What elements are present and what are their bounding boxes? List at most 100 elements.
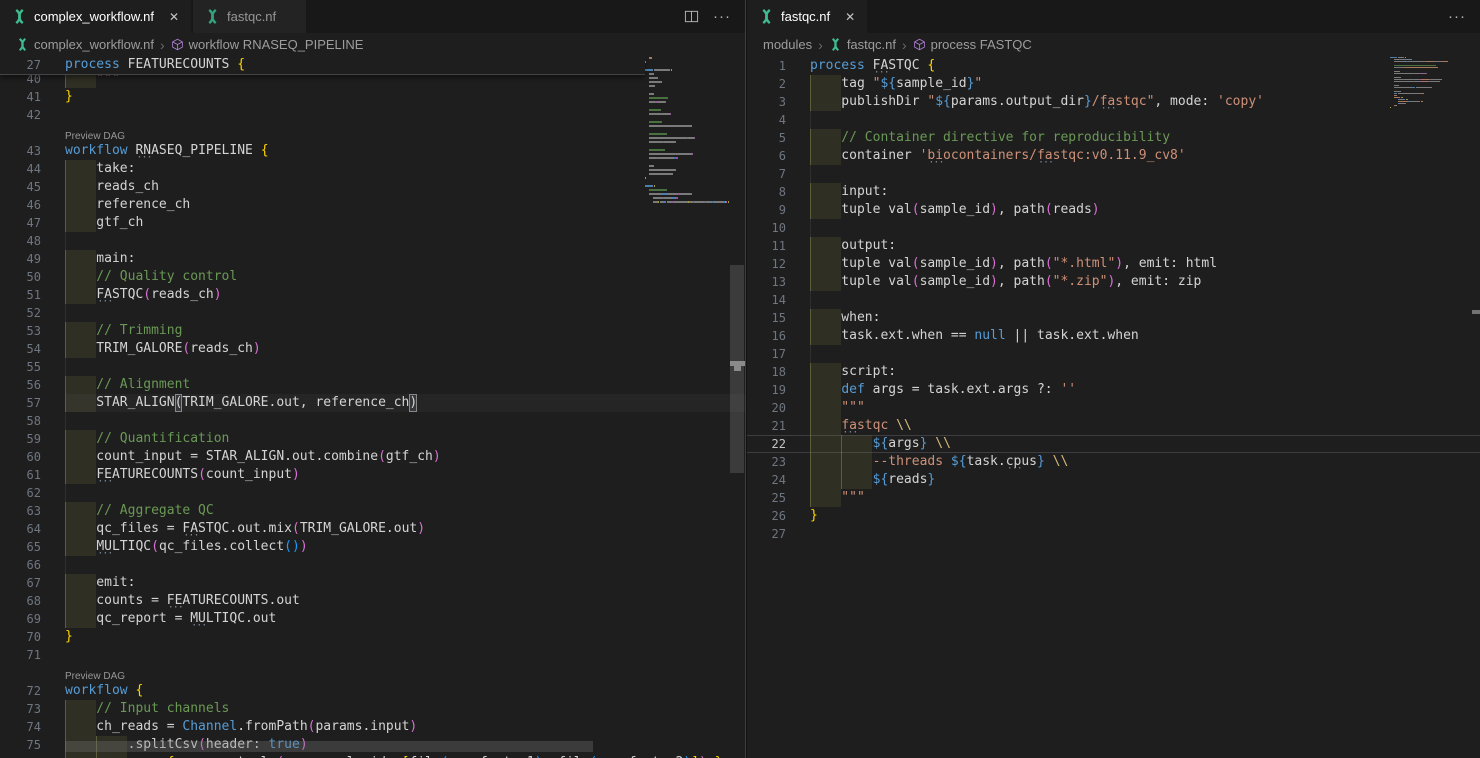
code-line[interactable]: 48	[0, 232, 745, 250]
code-line[interactable]: 10	[747, 219, 1480, 237]
code-token: (	[175, 394, 183, 412]
code-line[interactable]: 46 reference_ch	[0, 196, 745, 214]
code-line[interactable]: 23 --threads ${task.cpus} \\	[747, 453, 1480, 471]
split-editor-icon[interactable]	[684, 9, 699, 24]
code-line[interactable]: 26}	[747, 507, 1480, 525]
code-line[interactable]: 74 ch_reads = Channel.fromPath(params.in…	[0, 718, 745, 736]
code-line[interactable]: 56 // Alignment	[0, 376, 745, 394]
tab-fastqc-right[interactable]: fastqc.nf ✕	[747, 0, 867, 33]
code-line[interactable]: 2 tag "${sample_id}"	[747, 75, 1480, 93]
chevron-right-icon: ›	[818, 38, 823, 52]
line-number: 42	[0, 106, 65, 124]
minimap-line	[645, 57, 729, 59]
code-line[interactable]: 45 reads_ch	[0, 178, 745, 196]
code-token: tuple val	[810, 273, 912, 291]
editor-left[interactable]: 40 """41}42Preview DAG43workflow RNASEQ_…	[0, 56, 745, 758]
codelens-label[interactable]: Preview DAG	[65, 671, 125, 682]
code-line[interactable]: 51 FASTQC(reads_ch)	[0, 286, 745, 304]
line-number: 15	[747, 309, 810, 327]
code-line[interactable]: 20 """	[747, 399, 1480, 417]
code-line[interactable]: 73 // Input channels	[0, 700, 745, 718]
codelens-label[interactable]: Preview DAG	[65, 131, 125, 142]
breadcrumb-symbol[interactable]: workflow RNASEQ_PIPELINE	[171, 37, 364, 52]
sash-grip[interactable]	[734, 366, 741, 371]
horizontal-scrollbar[interactable]	[65, 741, 593, 752]
code-line[interactable]: 53 // Trimming	[0, 322, 745, 340]
code-line[interactable]: 27	[747, 525, 1480, 543]
code-line[interactable]: 18 script:	[747, 363, 1480, 381]
code-token: .out	[269, 592, 300, 610]
code-token: ch_reads =	[65, 718, 182, 736]
close-icon[interactable]: ✕	[169, 11, 179, 23]
code-line[interactable]: 13 tuple val(sample_id), path("*.zip"), …	[747, 273, 1480, 291]
code-token: {	[261, 142, 269, 160]
code-token: // Input channels	[65, 700, 229, 718]
code-line[interactable]: 41}	[0, 88, 745, 106]
code-line[interactable]: 8 input:	[747, 183, 1480, 201]
editor-right[interactable]: 1process FASTQC {2 tag "${sample_id}"3 p…	[747, 56, 1480, 758]
code-line[interactable]: 70}	[0, 628, 745, 646]
code-line[interactable]: 61 FEATURECOUNTS(count_input)	[0, 466, 745, 484]
code-line[interactable]: 44 take:	[0, 160, 745, 178]
minimap-line	[645, 193, 729, 195]
code-line[interactable]: 16 task.ext.when == null || task.ext.whe…	[747, 327, 1480, 345]
code-line[interactable]: 43workflow RNASEQ_PIPELINE {	[0, 142, 745, 160]
code-line[interactable]: 55	[0, 358, 745, 376]
code-line[interactable]: 69 qc_report = MULTIQC.out	[0, 610, 745, 628]
code-line[interactable]: 17	[747, 345, 1480, 363]
code-line[interactable]: 49 main:	[0, 250, 745, 268]
code-line[interactable]: 65 MULTIQC(qc_files.collect())	[0, 538, 745, 556]
code-line[interactable]: 15 when:	[747, 309, 1480, 327]
minimap-line	[645, 185, 729, 187]
code-line[interactable]: 24 ${reads}	[747, 471, 1480, 489]
code-line[interactable]: 12 tuple val(sample_id), path("*.html"),…	[747, 255, 1480, 273]
code-line[interactable]: 72workflow {	[0, 682, 745, 700]
code-line[interactable]: 50 // Quality control	[0, 268, 745, 286]
code-line[interactable]: 6 container 'biocontainers/fastqc:v0.11.…	[747, 147, 1480, 165]
code-line[interactable]: 3 publishDir "${params.output_dir}/fastq…	[747, 93, 1480, 111]
code-line[interactable]: 7	[747, 165, 1480, 183]
code-token: FEATURECOUNTS	[167, 592, 269, 610]
breadcrumb-file[interactable]: fastqc.nf	[829, 37, 896, 52]
code-line[interactable]: 42	[0, 106, 745, 124]
breadcrumb-file[interactable]: complex_workflow.nf	[16, 37, 154, 52]
sticky-scroll-line[interactable]: 27process FEATURECOUNTS {	[0, 56, 645, 75]
close-icon[interactable]: ✕	[845, 11, 855, 23]
code-line[interactable]: 9 tuple val(sample_id), path(reads)	[747, 201, 1480, 219]
code-line[interactable]: 21 fastqc \\	[747, 417, 1480, 435]
tab-complex-workflow[interactable]: complex_workflow.nf ✕	[0, 0, 191, 33]
breadcrumb-symbol[interactable]: process FASTQC	[913, 37, 1032, 52]
minimap[interactable]	[1390, 57, 1452, 111]
code-line[interactable]: 64 qc_files = FASTQC.out.mix(TRIM_GALORE…	[0, 520, 745, 538]
code-line[interactable]: 58	[0, 412, 745, 430]
code-line[interactable]: 5 // Container directive for reproducibi…	[747, 129, 1480, 147]
code-line[interactable]: 25 """	[747, 489, 1480, 507]
code-line[interactable]: 11 output:	[747, 237, 1480, 255]
code-line[interactable]: 59 // Quantification	[0, 430, 745, 448]
line-number: 53	[0, 322, 65, 340]
code-line[interactable]: 1process FASTQC {	[747, 57, 1480, 75]
code-line[interactable]: 19 def args = task.ext.args ?: ''	[747, 381, 1480, 399]
code-line[interactable]: 54 TRIM_GALORE(reads_ch)	[0, 340, 745, 358]
minimap[interactable]	[645, 57, 729, 205]
code-token: {	[167, 754, 175, 758]
code-line[interactable]: 76 .map { row -> tuple(row.sample_id, [f…	[0, 754, 745, 758]
minimap-line	[645, 197, 729, 199]
tab-fastqc-left[interactable]: fastqc.nf	[193, 0, 306, 33]
more-actions-icon[interactable]: ···	[1448, 8, 1466, 25]
code-line[interactable]: 22 ${args} \\	[747, 435, 1480, 453]
line-number: 48	[0, 232, 65, 250]
code-token: "*.zip"	[1053, 273, 1108, 291]
code-line[interactable]: 63 // Aggregate QC	[0, 502, 745, 520]
breadcrumb-folder[interactable]: modules	[763, 37, 812, 52]
code-line[interactable]: 57 STAR_ALIGN(TRIM_GALORE.out, reference…	[0, 394, 745, 412]
code-line[interactable]: 60 count_input = STAR_ALIGN.out.combine(…	[0, 448, 745, 466]
more-actions-icon[interactable]: ···	[713, 8, 731, 25]
code-line[interactable]: 71	[0, 646, 745, 664]
code-line[interactable]: 47 gtf_ch	[0, 214, 745, 232]
code-line[interactable]: 68 counts = FEATURECOUNTS.out	[0, 592, 745, 610]
code-line[interactable]: 67 emit:	[0, 574, 745, 592]
code-token: , mode:	[1154, 93, 1217, 111]
code-line[interactable]: 14	[747, 291, 1480, 309]
minimap-line	[645, 89, 729, 91]
